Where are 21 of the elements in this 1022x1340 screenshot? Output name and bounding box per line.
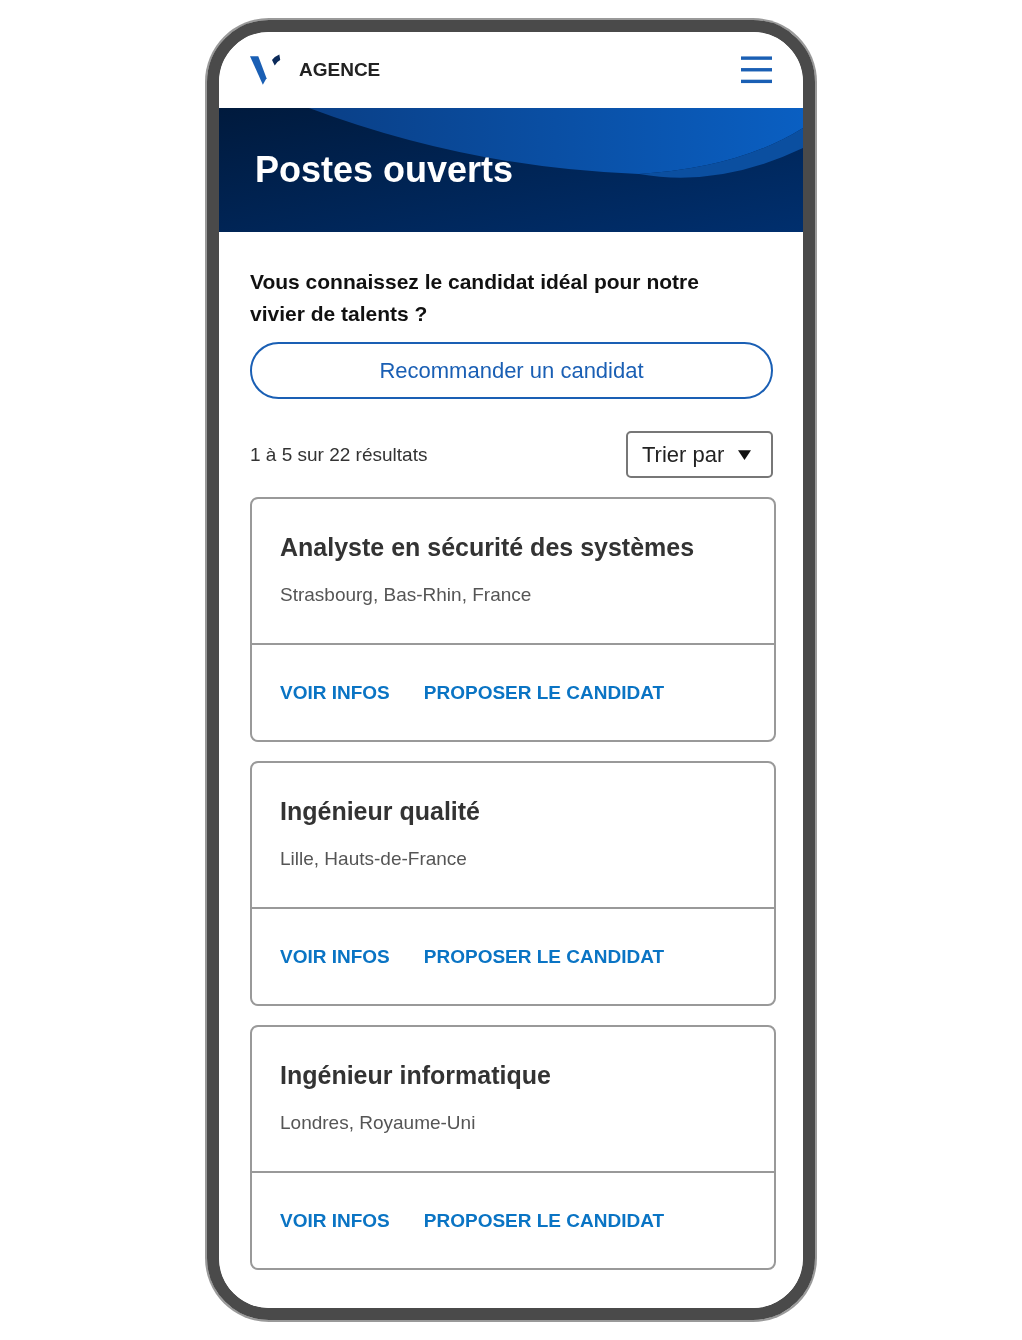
details-link[interactable]: VOIR INFOS xyxy=(280,681,390,704)
propose-link[interactable]: PROPOSER LE CANDIDAT xyxy=(423,1209,665,1232)
results-count: 1 à 5 sur 22 résultats xyxy=(250,443,428,466)
logo-icon xyxy=(250,53,283,87)
job-location: Londres, Royaume-Uni xyxy=(280,1112,477,1134)
details-link[interactable]: VOIR INFOS xyxy=(280,1209,390,1232)
referral-prompt: Vous connaissez le candidat idéal pour notre vivier de talents ? xyxy=(250,269,700,327)
job-title: Ingénieur qualité xyxy=(280,797,482,826)
job-location: Lille, Hauts-de-France xyxy=(280,848,468,870)
job-location: Strasbourg, Bas-Rhin, France xyxy=(280,584,533,606)
job-title: Analyste en sécurité des systèmes xyxy=(280,533,696,562)
propose-link[interactable]: PROPOSER LE CANDIDAT xyxy=(423,945,665,968)
propose-link[interactable]: PROPOSER LE CANDIDAT xyxy=(423,681,665,704)
recommend-button[interactable]: Recommander un candidat xyxy=(250,342,773,399)
details-link[interactable]: VOIR INFOS xyxy=(280,945,390,968)
menu-icon[interactable] xyxy=(741,56,772,84)
job-title: Ingénieur informatique xyxy=(280,1061,552,1090)
caret-icon xyxy=(738,449,752,460)
sort-dropdown[interactable]: Trier par xyxy=(626,431,773,478)
page-title: Postes ouverts xyxy=(255,149,514,191)
brand-name: AGENCE xyxy=(299,59,381,81)
